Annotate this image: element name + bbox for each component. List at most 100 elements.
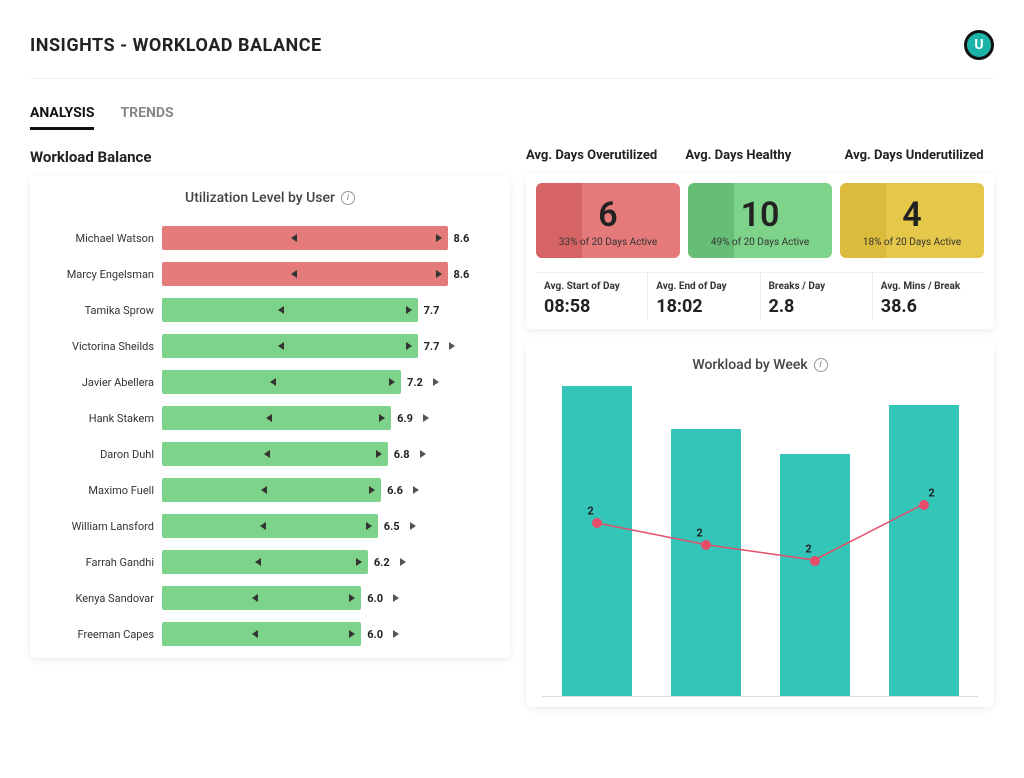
- mini-stat-label: Avg. Start of Day: [544, 281, 639, 292]
- user-name: Michael Watson: [46, 232, 162, 245]
- bar-track: 6.9: [162, 406, 494, 430]
- table-row: Victorina Sheilds7.7: [46, 328, 494, 364]
- chevron-right-icon[interactable]: [433, 378, 439, 386]
- chevron-right-icon: [366, 522, 372, 530]
- chevron-right-icon[interactable]: [420, 450, 426, 458]
- user-name: Maximo Fuell: [46, 484, 162, 497]
- mini-stat-label: Avg. Mins / Break: [881, 281, 976, 292]
- line-point-label: 2: [805, 542, 811, 555]
- mini-stat: Avg. End of Day 18:02: [648, 273, 760, 319]
- bar-track: 7.2: [162, 370, 494, 394]
- chevron-right-icon: [436, 270, 442, 278]
- utilization-bar[interactable]: [162, 262, 448, 286]
- chevron-right-icon[interactable]: [413, 486, 419, 494]
- line-point-label: 2: [587, 505, 593, 518]
- utilization-panel: Utilization Level by User i Michael Wats…: [30, 176, 510, 658]
- mini-stat: Avg. Mins / Break 38.6: [873, 273, 984, 319]
- chevron-left-icon: [278, 342, 284, 350]
- mini-stat-label: Avg. End of Day: [656, 281, 751, 292]
- utilization-bar[interactable]: [162, 622, 361, 646]
- avatar[interactable]: U: [964, 30, 994, 60]
- bar-track: 6.0: [162, 622, 494, 646]
- mini-stat-value: 08:58: [544, 296, 639, 317]
- utilization-bar[interactable]: [162, 586, 361, 610]
- stat-value: 4: [848, 195, 976, 235]
- table-row: Farrah Gandhi 6.2: [46, 544, 494, 580]
- mini-stat-value: 2.8: [769, 296, 864, 317]
- mini-stat-value: 38.6: [881, 296, 976, 317]
- utilization-chart-title: Utilization Level by User i: [46, 190, 494, 206]
- chevron-right-icon[interactable]: [410, 522, 416, 530]
- stats-panel: 633% of 20 Days Active1049% of 20 Days A…: [526, 173, 994, 329]
- user-name: William Lansford: [46, 520, 162, 533]
- chevron-left-icon: [255, 558, 261, 566]
- bar-track: 6.5: [162, 514, 494, 538]
- utilization-bar[interactable]: [162, 334, 418, 358]
- chevron-left-icon: [252, 630, 258, 638]
- stat-title-underutilized: Avg. Days Underutilized: [845, 148, 994, 163]
- utilization-bar[interactable]: [162, 406, 391, 430]
- bar-value: 8.6: [454, 232, 470, 245]
- chevron-right-icon: [436, 234, 442, 242]
- line-point[interactable]: [810, 556, 820, 566]
- chart-title-text: Utilization Level by User: [185, 190, 335, 206]
- utilization-bar[interactable]: [162, 514, 378, 538]
- table-row: Kenya Sandovar6.0: [46, 580, 494, 616]
- utilization-bar[interactable]: [162, 226, 448, 250]
- line-point[interactable]: [919, 500, 929, 510]
- mini-stat-value: 18:02: [656, 296, 751, 317]
- bar-value: 6.2: [374, 556, 390, 569]
- user-name: Javier Abellera: [46, 376, 162, 389]
- stat-titles: Avg. Days Overutilized Avg. Days Healthy…: [526, 148, 994, 163]
- table-row: Freeman Capes6.0: [46, 616, 494, 652]
- bar-track: 6.8: [162, 442, 494, 466]
- stat-card-under[interactable]: 418% of 20 Days Active: [840, 183, 984, 258]
- workload-balance-title: Workload Balance: [30, 148, 510, 166]
- bar-track: 6.2: [162, 550, 494, 574]
- chevron-right-icon[interactable]: [423, 414, 429, 422]
- table-row: Daron Duhl6.8: [46, 436, 494, 472]
- user-name: Daron Duhl: [46, 448, 162, 461]
- tab-trends[interactable]: TRENDS: [120, 99, 173, 130]
- utilization-bar[interactable]: [162, 550, 368, 574]
- table-row: William Lansford6.5: [46, 508, 494, 544]
- line-point[interactable]: [701, 540, 711, 550]
- chevron-right-icon[interactable]: [449, 342, 455, 350]
- bar-value: 7.2: [407, 376, 423, 389]
- stat-card-over[interactable]: 633% of 20 Days Active: [536, 183, 680, 258]
- chevron-left-icon: [270, 378, 276, 386]
- table-row: Marcy Engelsman8.6: [46, 256, 494, 292]
- chevron-right-icon: [406, 306, 412, 314]
- chevron-right-icon[interactable]: [393, 594, 399, 602]
- table-row: Hank Stakem6.9: [46, 400, 494, 436]
- stat-value: 10: [696, 195, 824, 235]
- user-name: Victorina Sheilds: [46, 340, 162, 353]
- user-name: Kenya Sandovar: [46, 592, 162, 605]
- utilization-bar[interactable]: [162, 298, 418, 322]
- chevron-right-icon[interactable]: [393, 630, 399, 638]
- bar-value: 6.0: [367, 628, 383, 641]
- utilization-bar[interactable]: [162, 442, 388, 466]
- stat-card-healthy[interactable]: 1049% of 20 Days Active: [688, 183, 832, 258]
- mini-stat-label: Breaks / Day: [769, 281, 864, 292]
- chevron-right-icon: [406, 342, 412, 350]
- table-row: Tamika Sprow7.7: [46, 292, 494, 328]
- chevron-left-icon: [252, 594, 258, 602]
- utilization-bar[interactable]: [162, 370, 401, 394]
- user-name: Marcy Engelsman: [46, 268, 162, 281]
- chevron-left-icon: [261, 486, 267, 494]
- info-icon[interactable]: i: [341, 191, 355, 205]
- chevron-left-icon: [260, 522, 266, 530]
- chevron-right-icon[interactable]: [400, 558, 406, 566]
- chevron-right-icon: [379, 414, 385, 422]
- bar-track: 6.0: [162, 586, 494, 610]
- bar-track: 6.6: [162, 478, 494, 502]
- utilization-bar[interactable]: [162, 478, 381, 502]
- info-icon[interactable]: i: [814, 358, 828, 372]
- tab-analysis[interactable]: ANALYSIS: [30, 99, 94, 130]
- week-chart-title-text: Workload by Week: [692, 357, 807, 373]
- line-point-label: 2: [696, 527, 702, 540]
- chevron-right-icon: [349, 630, 355, 638]
- line-point[interactable]: [592, 518, 602, 528]
- user-name: Farrah Gandhi: [46, 556, 162, 569]
